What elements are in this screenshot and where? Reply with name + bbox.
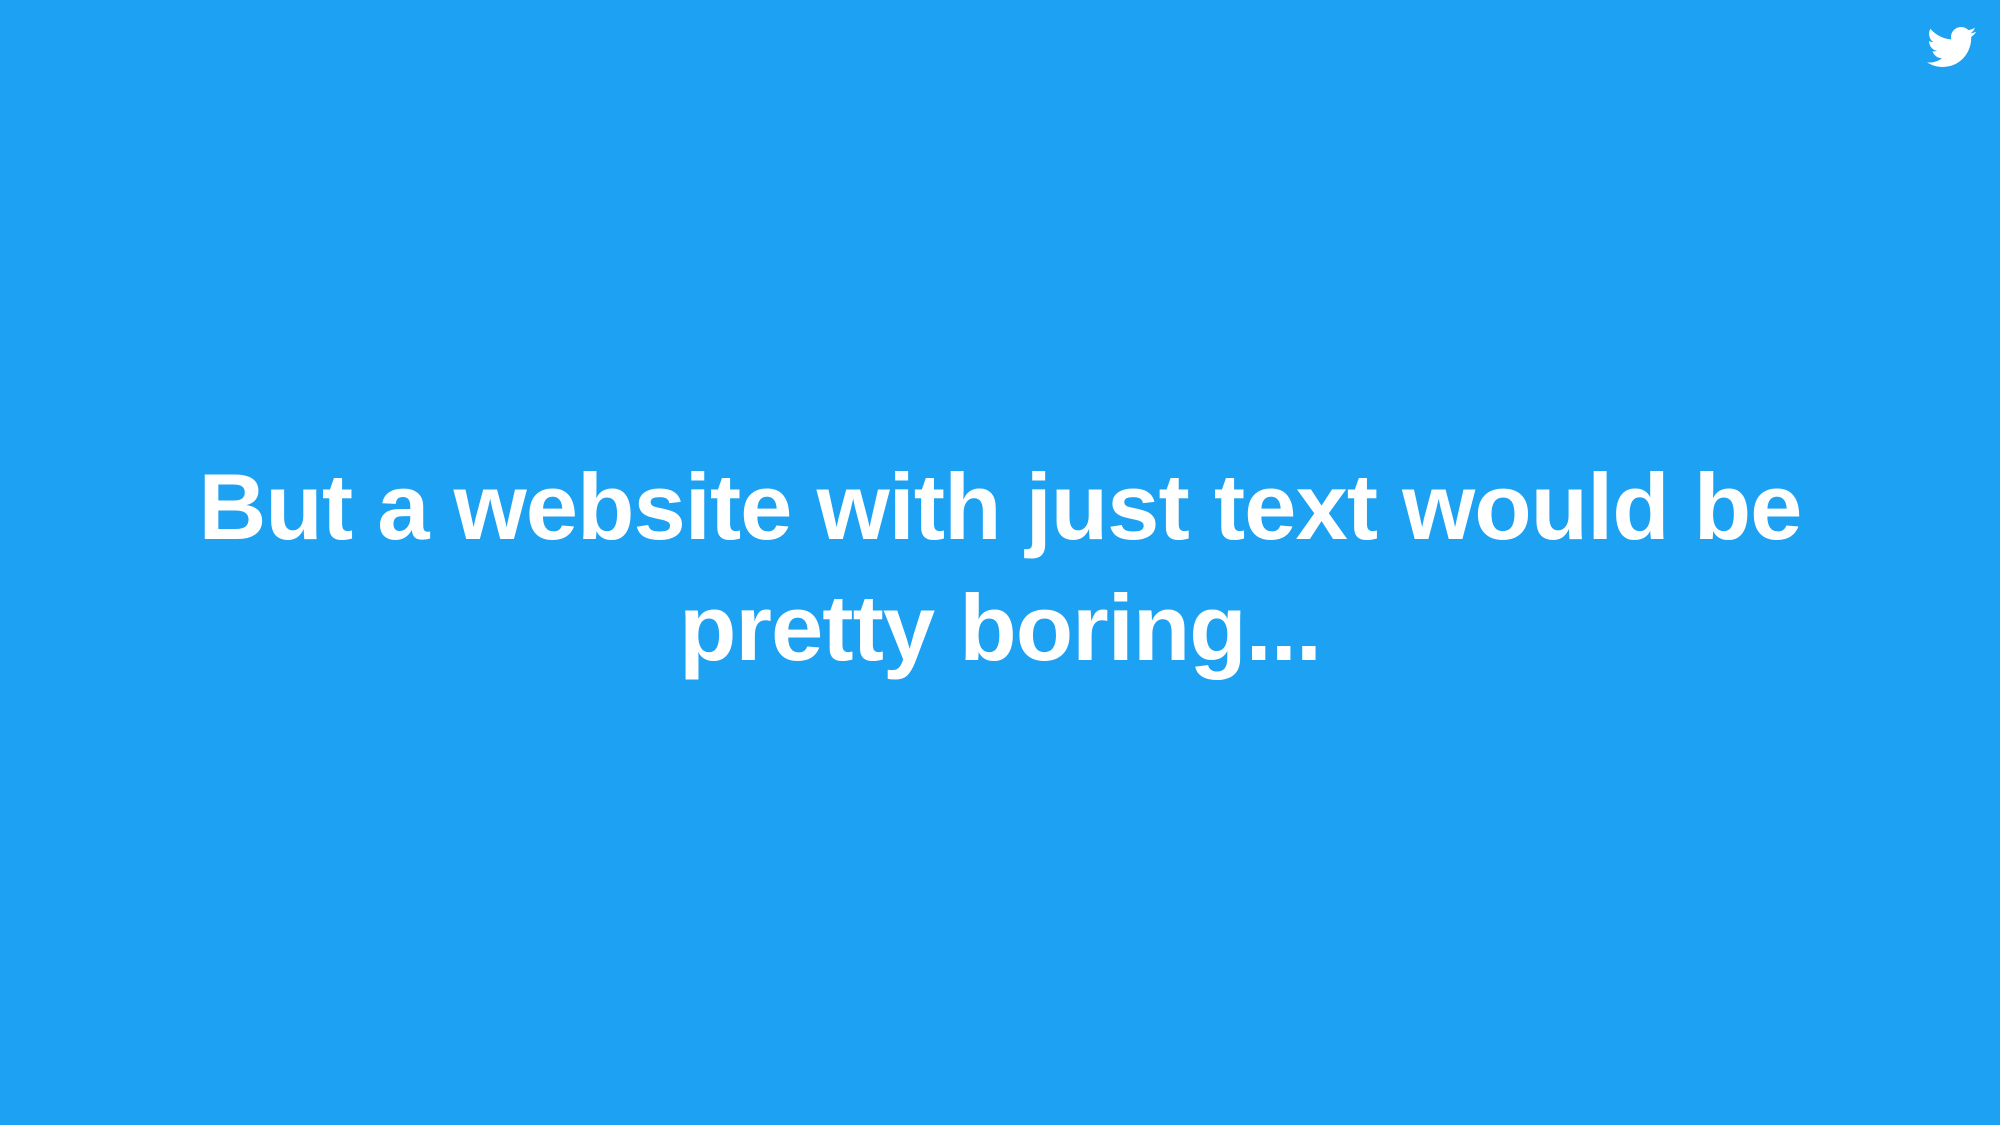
twitter-bird-icon xyxy=(1925,25,1977,69)
headline-line-2: pretty boring... xyxy=(679,575,1322,680)
headline-line-1: But a website with just text would be xyxy=(198,454,1803,559)
slide-headline: But a website with just text would be pr… xyxy=(60,446,1940,688)
slide: But a website with just text would be pr… xyxy=(0,0,2000,1125)
